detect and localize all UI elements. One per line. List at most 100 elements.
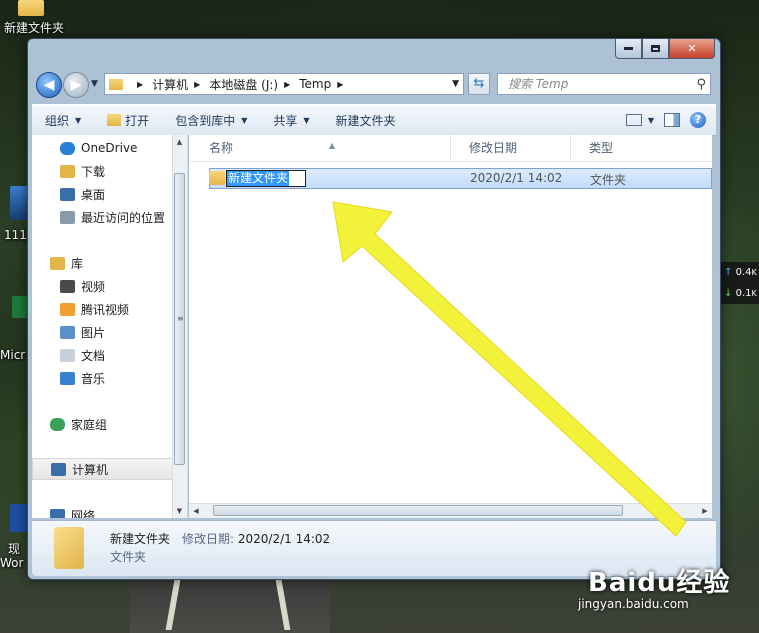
watermark-url: jingyan.baidu.com <box>578 597 689 611</box>
folder-icon <box>209 171 225 185</box>
sidebar-item-network[interactable]: 网络 <box>50 504 187 519</box>
breadcrumb-computer[interactable]: 计算机 <box>152 76 188 93</box>
grip-icon: ≡ <box>177 314 184 323</box>
video-icon <box>60 279 75 293</box>
breadcrumb-separator-icon[interactable]: ▶ <box>337 80 343 89</box>
sidebar-item-label: 计算机 <box>72 462 109 477</box>
breadcrumb-temp[interactable]: Temp <box>299 77 331 91</box>
sidebar-item-label: 音乐 <box>81 371 106 386</box>
back-button[interactable]: ◀ <box>36 72 62 98</box>
column-header-name[interactable]: 名称 ▲ <box>189 135 451 161</box>
new-folder-button[interactable]: 新建文件夹 <box>323 105 409 135</box>
forward-button[interactable]: ▶ <box>63 72 89 98</box>
breadcrumb-separator-icon[interactable]: ▶ <box>137 80 143 89</box>
sidebar-item-documents[interactable]: 文档 <box>60 344 187 366</box>
preview-pane-icon[interactable] <box>664 113 680 127</box>
scroll-down-icon[interactable]: ▼ <box>174 505 185 517</box>
column-modified-label: 修改日期 <box>469 141 518 155</box>
sidebar-item-downloads[interactable]: 下载 <box>60 160 187 182</box>
rename-selected-text[interactable]: 新建文件夹 <box>227 171 290 186</box>
desktop-icon-111[interactable]: 111 <box>2 186 28 242</box>
dropdown-arrow-icon: ▼ <box>303 115 310 125</box>
sidebar-item-label: 最近访问的位置 <box>81 210 166 225</box>
computer-icon <box>51 462 66 476</box>
details-modified-label: 修改日期: <box>182 532 235 546</box>
scroll-up-icon[interactable]: ▲ <box>174 136 185 148</box>
library-icon <box>50 256 65 270</box>
column-header-type[interactable]: 类型 <box>571 135 712 161</box>
scroll-left-icon[interactable]: ◀ <box>190 505 202 517</box>
desktop-icon-word[interactable]: 现 Wor <box>0 504 30 574</box>
desktop-icon-label: 现 <box>8 542 21 556</box>
rename-input[interactable]: 新建文件夹 <box>226 170 306 187</box>
sidebar-item-label: 图片 <box>81 325 106 340</box>
refresh-button[interactable]: ⇆ <box>468 73 490 95</box>
address-bar[interactable]: ▶ 计算机 ▶ 本地磁盘 (J:) ▶ Temp ▶ ▼ <box>104 73 464 95</box>
upload-speed: 0.4 <box>735 267 752 278</box>
search-icon: ⚲ <box>696 77 706 92</box>
breadcrumb-local-disk[interactable]: 本地磁盘 (J:) <box>209 76 278 93</box>
minimize-icon <box>624 47 633 50</box>
toolbar-right: ▼ ? <box>620 105 716 135</box>
open-folder-icon <box>107 114 122 126</box>
download-speed: 0.1 <box>735 288 752 299</box>
horizontal-scrollbar[interactable]: ◀ ▶ <box>189 503 712 518</box>
folder-icon <box>109 78 123 90</box>
maximize-button[interactable] <box>642 39 669 59</box>
sidebar-item-desktop[interactable]: 桌面 <box>60 183 187 205</box>
caption-buttons: ✕ <box>615 39 715 59</box>
sidebar-item-pictures[interactable]: 图片 <box>60 321 187 343</box>
download-arrow-icon: ↓ <box>724 288 733 299</box>
recent-pages-dropdown[interactable]: ▼ <box>91 79 98 89</box>
desktop-icon-excel[interactable]: Micr <box>0 296 30 366</box>
address-history-dropdown[interactable]: ▼ <box>452 79 459 89</box>
horizontal-scroll-thumb[interactable] <box>213 505 623 516</box>
file-list: 名称 ▲ 修改日期 类型 新建文件夹 2020/2/1 14:02 文件夹 ◀ ▶ <box>189 135 712 518</box>
large-folder-icon <box>54 527 84 569</box>
sidebar-item-label: 腾讯视频 <box>81 302 130 317</box>
scroll-right-icon[interactable]: ▶ <box>699 505 711 517</box>
file-row[interactable]: 新建文件夹 2020/2/1 14:02 文件夹 <box>209 168 712 189</box>
view-dropdown-icon[interactable]: ▼ <box>648 116 654 125</box>
sidebar-item-music[interactable]: 音乐 <box>60 367 187 389</box>
include-in-library-button[interactable]: 包含到库中 ▼ <box>162 105 260 135</box>
open-button[interactable]: 打开 <box>94 105 162 135</box>
music-icon <box>60 371 75 385</box>
sidebar-scroll-thumb[interactable]: ≡ <box>174 173 185 465</box>
change-view-icon[interactable] <box>625 114 642 126</box>
sidebar-item-onedrive[interactable]: OneDrive <box>60 137 187 159</box>
sidebar-item-label: 下载 <box>81 164 106 179</box>
close-button[interactable]: ✕ <box>669 39 715 59</box>
include-library-label: 包含到库中 <box>175 113 236 128</box>
documents-icon <box>60 348 75 362</box>
details-name: 新建文件夹 <box>110 532 171 546</box>
sort-ascending-icon: ▲ <box>329 141 336 150</box>
network-icon <box>50 508 65 518</box>
help-icon[interactable]: ? <box>690 112 706 128</box>
download-folder-icon <box>60 164 75 178</box>
organize-button[interactable]: 组织 ▼ <box>32 105 94 135</box>
baidu-watermark: Baidu经验 <box>588 562 730 599</box>
refresh-icon: ⇆ <box>473 76 485 91</box>
desktop-icon-new-folder[interactable]: 新建文件夹 <box>4 0 68 36</box>
sidebar-item-computer[interactable]: 计算机 <box>32 458 173 480</box>
folder-icon <box>18 0 44 16</box>
sidebar-item-tencent-video[interactable]: 腾讯视频 <box>60 298 187 320</box>
details-type: 文件夹 <box>110 550 147 564</box>
sidebar-item-recent-places[interactable]: 最近访问的位置 <box>60 206 187 228</box>
sidebar-item-homegroup[interactable]: 家庭组 <box>50 413 187 435</box>
column-header-modified[interactable]: 修改日期 <box>451 135 571 161</box>
sidebar-item-label: 桌面 <box>81 187 106 202</box>
desktop-icon-label: Wor <box>0 556 24 570</box>
minimize-button[interactable] <box>615 39 642 59</box>
sidebar-item-label: 网络 <box>71 508 96 519</box>
sidebar-scrollbar[interactable]: ▲ ≡ ▼ <box>172 135 187 518</box>
share-button[interactable]: 共享 ▼ <box>260 105 322 135</box>
breadcrumb-separator-icon[interactable]: ▶ <box>284 80 290 89</box>
road-background <box>130 575 330 633</box>
breadcrumb-separator-icon[interactable]: ▶ <box>194 80 200 89</box>
sidebar-item-libraries[interactable]: 库 <box>50 252 187 274</box>
sidebar-item-videos[interactable]: 视频 <box>60 275 187 297</box>
recent-places-icon <box>60 210 75 224</box>
search-input[interactable]: 搜索 Temp ⚲ <box>497 73 711 95</box>
